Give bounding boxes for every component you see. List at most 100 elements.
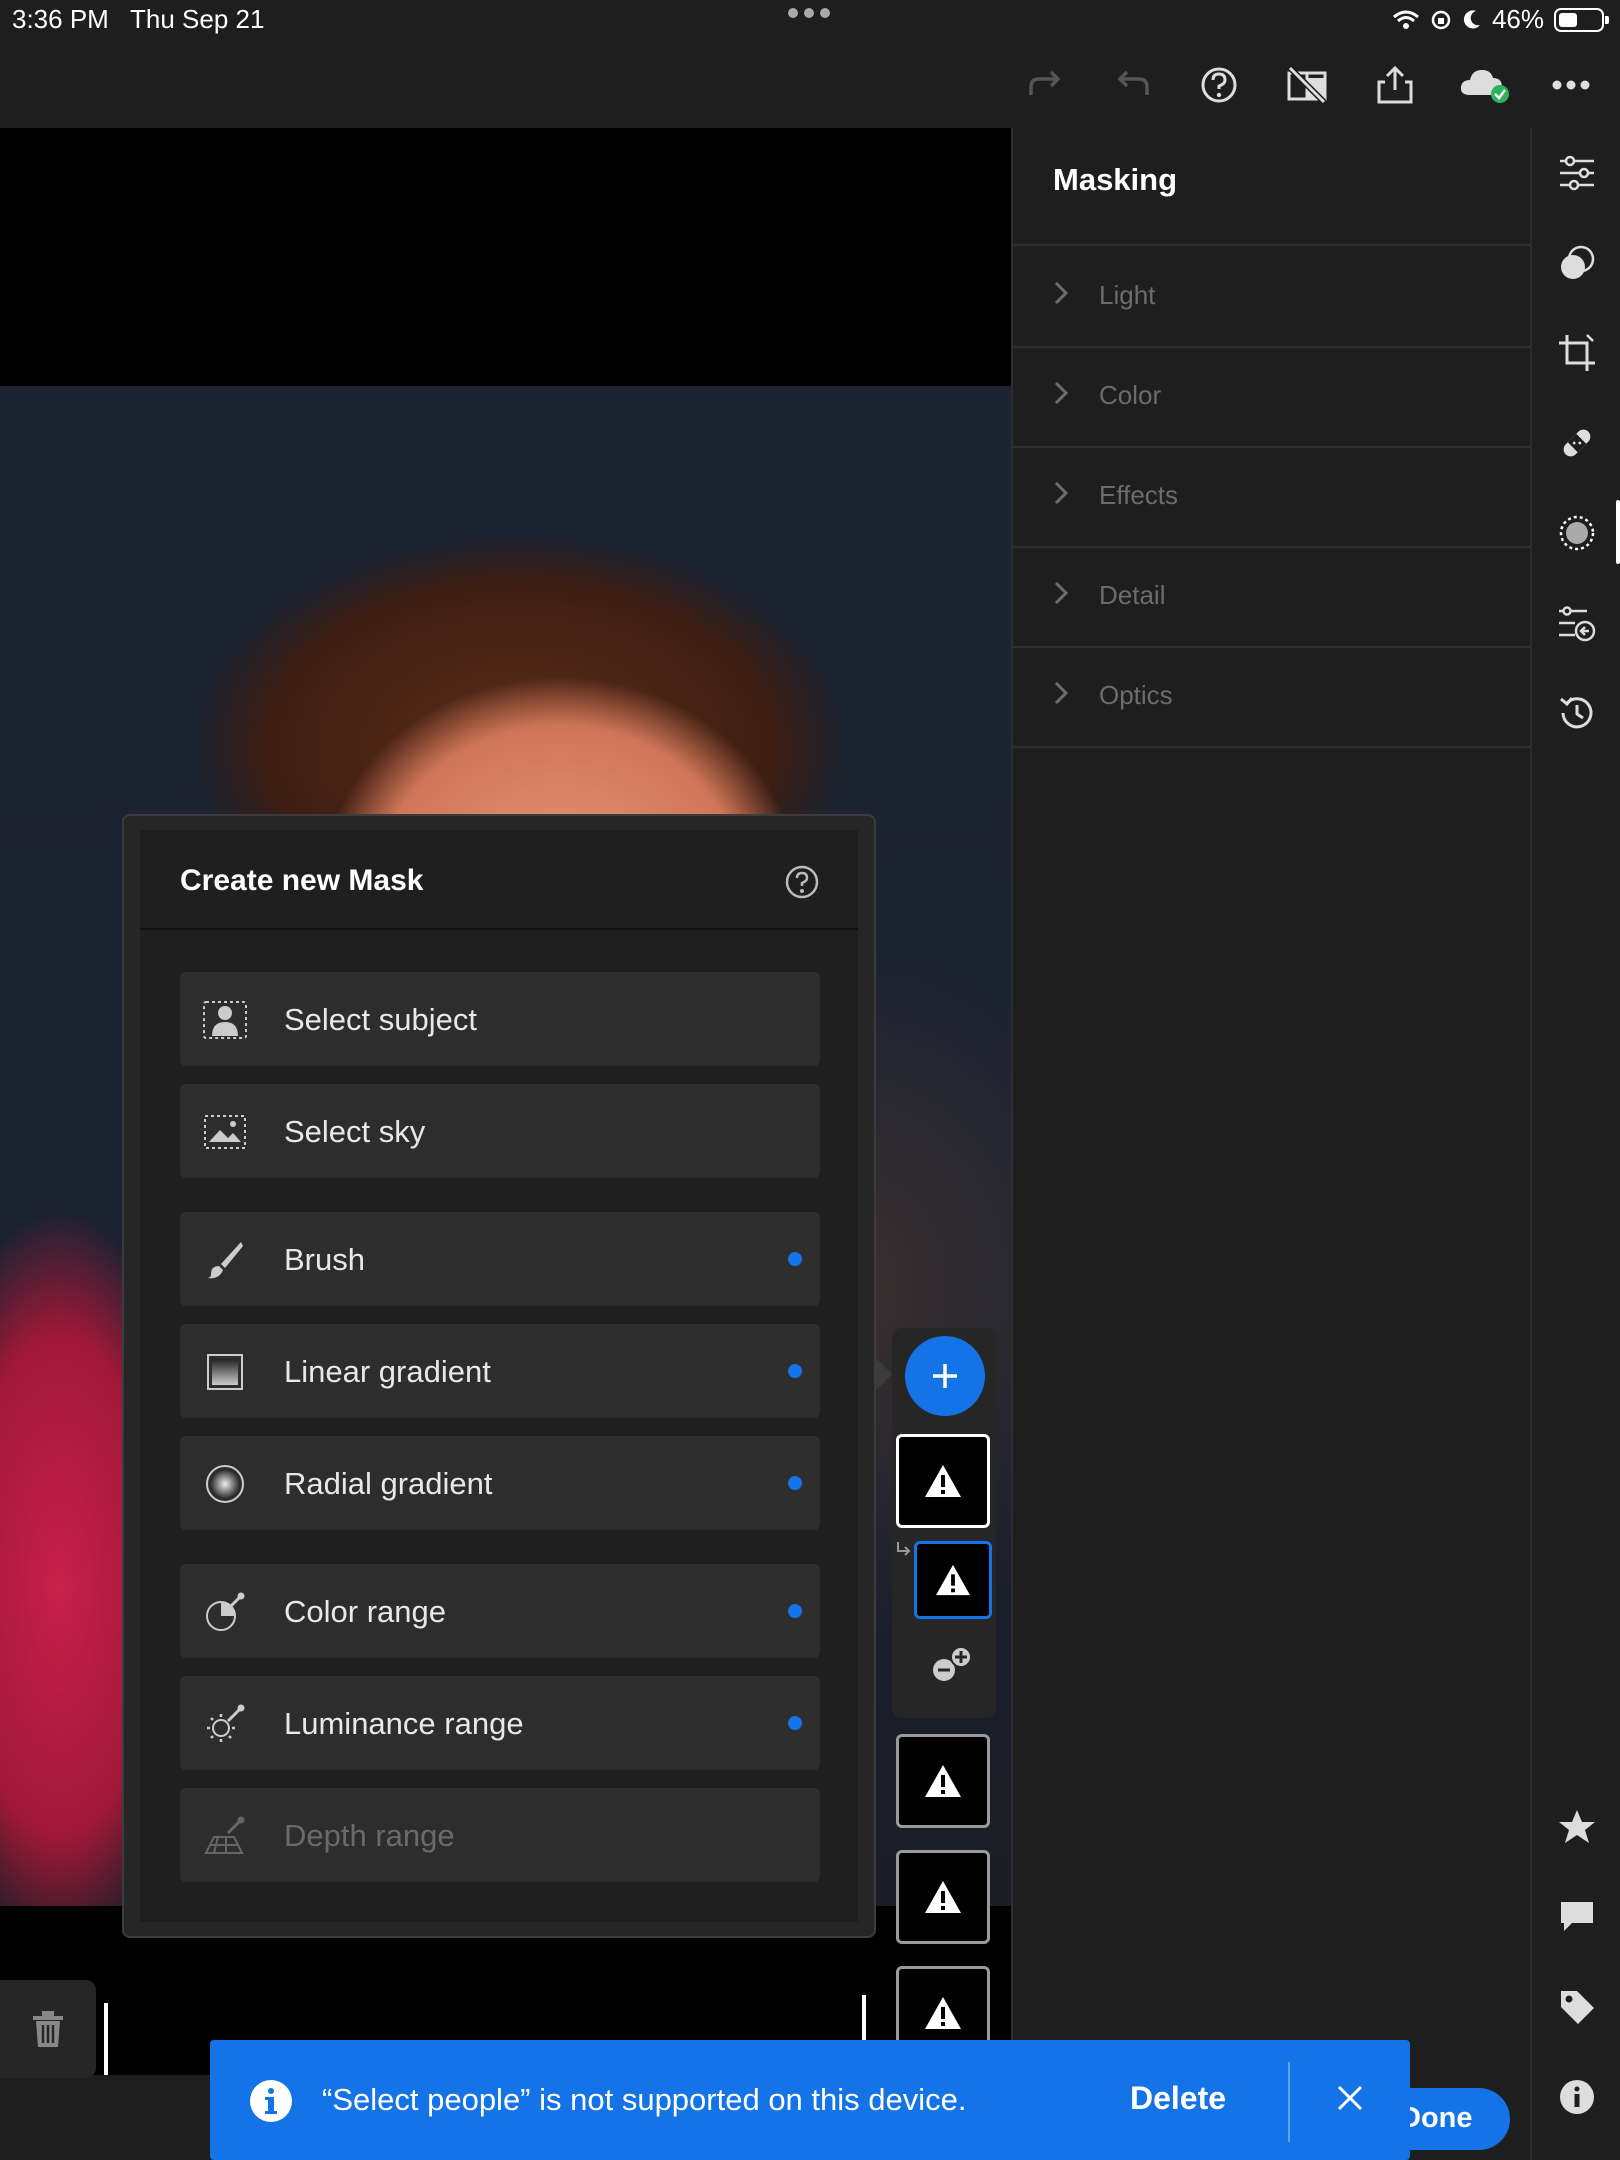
popover-content: Create new Mask Select subject Select sk… [140,830,858,1922]
section-label: Detail [1099,580,1166,610]
masking-icon[interactable] [1554,510,1600,556]
more-icon[interactable] [1548,62,1594,108]
warning-icon [925,1465,961,1497]
close-icon[interactable] [1334,2082,1366,2114]
popover-arrow [876,1358,892,1390]
sub-mask-indent-icon [895,1540,913,1558]
brush-icon [202,1237,248,1283]
option-label: Radial gradient [284,1466,493,1501]
multitasking-dots-icon[interactable] [786,6,832,20]
option-label: Depth range [284,1818,455,1853]
history-icon[interactable] [1554,690,1600,736]
luminance-range-icon [202,1701,248,1747]
presets-icon[interactable] [1554,240,1600,286]
option-label: Luminance range [284,1706,524,1741]
add-mask-button[interactable] [905,1336,985,1416]
warning-icon [936,1564,970,1596]
tool-rail [1530,128,1620,2160]
mask-option-luminance-range[interactable]: Luminance range [180,1676,820,1770]
compare-off-icon[interactable] [1284,62,1330,108]
scrub-handle-left[interactable] [104,2003,108,2075]
status-date: Thu Sep 21 [130,4,265,34]
crop-icon[interactable] [1554,330,1600,376]
add-subtract-mask-icon[interactable] [930,1644,974,1684]
radial-gradient-icon [202,1461,248,1507]
active-tool-indicator [1616,500,1620,564]
chevron-right-icon [1053,380,1069,406]
battery-icon [1554,7,1609,32]
new-badge-dot [788,1716,802,1730]
mask-option-brush[interactable]: Brush [180,1212,820,1306]
mask-option-select-subject[interactable]: Select subject [180,972,820,1066]
sub-mask-thumbnail[interactable] [914,1541,992,1619]
create-mask-popover: Create new Mask Select subject Select sk… [122,814,876,1938]
status-time: 3:36 PM [12,4,109,34]
comment-icon[interactable] [1554,1894,1600,1940]
new-badge-dot [788,1364,802,1378]
mask-option-color-range[interactable]: Color range [180,1564,820,1658]
orientation-lock-icon [1430,9,1452,31]
popover-header: Create new Mask [140,830,858,930]
section-label: Color [1099,380,1162,410]
depth-range-icon [202,1813,248,1859]
toast-message: “Select people” is not supported on this… [322,2082,967,2117]
select-subject-icon [202,997,248,1043]
new-badge-dot [788,1604,802,1618]
wifi-icon [1392,9,1420,31]
info-icon [248,2078,294,2124]
option-label: Linear gradient [284,1354,491,1389]
new-badge-dot [788,1476,802,1490]
warning-icon [925,1881,961,1913]
warning-icon [925,1765,961,1797]
section-label: Effects [1099,480,1179,510]
masking-panel: Masking Light Color Effects Detail Optic… [1011,128,1532,2160]
delete-mask-button[interactable] [0,1980,96,2078]
status-bar: 3:36 PM Thu Sep 21 46% [0,0,1620,40]
rating-icon[interactable] [1554,1804,1600,1850]
section-detail[interactable]: Detail [1013,546,1532,644]
top-toolbar [0,40,1620,128]
notification-toast: “Select people” is not supported on this… [210,2040,1410,2160]
trash-icon [33,2011,63,2047]
healing-icon[interactable] [1554,420,1600,466]
chevron-right-icon [1053,580,1069,606]
popover-title: Create new Mask [180,864,424,897]
mask-thumbnail[interactable] [896,1734,990,1828]
share-icon[interactable] [1372,62,1418,108]
section-effects[interactable]: Effects [1013,446,1532,544]
cloud-synced-icon[interactable] [1458,62,1512,108]
option-label: Color range [284,1594,446,1629]
done-label: Done [1400,2102,1473,2134]
warning-icon [925,1997,961,2029]
section-color[interactable]: Color [1013,346,1532,444]
toast-delete-button[interactable]: Delete [1130,2080,1226,2117]
tag-icon[interactable] [1554,1984,1600,2030]
plus-icon [933,1364,957,1388]
section-light[interactable]: Light [1013,246,1532,344]
mask-option-select-sky[interactable]: Select sky [180,1084,820,1178]
chevron-right-icon [1053,480,1069,506]
help-icon[interactable] [784,864,820,900]
color-range-icon [202,1589,248,1635]
linear-gradient-icon [202,1349,248,1395]
mask-option-radial-gradient[interactable]: Radial gradient [180,1436,820,1530]
info-icon[interactable] [1554,2074,1600,2120]
mask-option-depth-range: Depth range [180,1788,820,1882]
option-label: Select sky [284,1114,426,1149]
mask-thumbnail[interactable] [896,1850,990,1944]
undo-icon[interactable] [1110,62,1156,108]
section-label: Light [1099,280,1156,310]
help-icon[interactable] [1196,62,1242,108]
option-label: Select subject [284,1002,477,1037]
battery-percent: 46% [1491,4,1544,34]
mask-thumbnail[interactable] [896,1434,990,1528]
panel-title: Masking [1053,162,1178,197]
redo-icon[interactable] [1022,62,1068,108]
edit-sliders-icon[interactable] [1554,150,1600,196]
new-badge-dot [788,1252,802,1266]
toast-divider [1288,2062,1290,2142]
chevron-right-icon [1053,280,1069,306]
section-optics[interactable]: Optics [1013,646,1532,744]
mask-option-linear-gradient[interactable]: Linear gradient [180,1324,820,1418]
versions-icon[interactable] [1554,600,1600,646]
